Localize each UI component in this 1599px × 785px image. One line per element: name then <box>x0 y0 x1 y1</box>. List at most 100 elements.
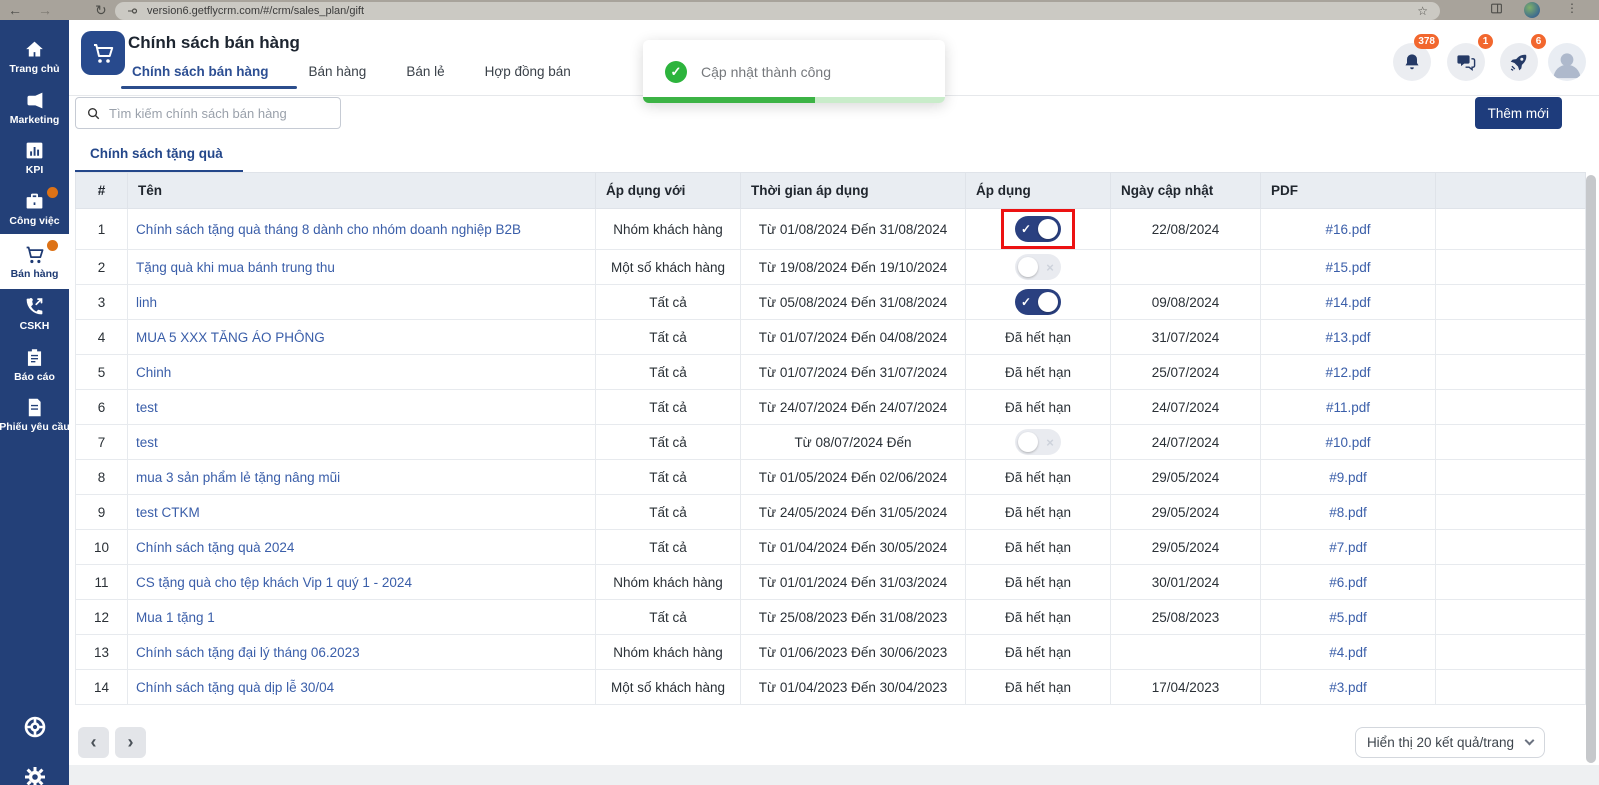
status-expired-label: Đã hết hạn <box>1005 330 1071 345</box>
pdf-link[interactable]: #16.pdf <box>1325 222 1370 237</box>
browser-reload-icon[interactable]: ↻ <box>95 1 107 19</box>
row-index: 6 <box>76 390 128 425</box>
annotation-red-box: ✓ <box>1001 209 1075 249</box>
table-body: 1 Chính sách tặng quà tháng 8 dành cho nh… <box>76 209 1586 705</box>
bell-notification-button[interactable]: 378 <box>1393 43 1431 81</box>
sidebar-item-cart[interactable]: Bán hàng <box>0 234 69 289</box>
bell-icon <box>1402 52 1422 72</box>
pdf-link[interactable]: #15.pdf <box>1325 260 1370 275</box>
vertical-scrollbar[interactable] <box>1586 175 1596 763</box>
row-index: 1 <box>76 209 128 250</box>
empty-cell <box>1436 250 1586 285</box>
status-cell: × <box>966 425 1111 460</box>
policy-table-wrap: #TênÁp dụng vớiThời gian áp dụngÁp dụngN… <box>75 172 1585 705</box>
cart-icon <box>24 244 45 265</box>
pdf-link[interactable]: #9.pdf <box>1329 470 1367 485</box>
pdf-link[interactable]: #11.pdf <box>1326 400 1370 415</box>
sidebar-item-label: Công việc <box>9 215 59 227</box>
header-tab-1[interactable]: Bán hàng <box>309 64 367 89</box>
policy-name-link[interactable]: test CTKM <box>136 505 200 520</box>
period-cell: Từ 05/08/2024 Đến 31/08/2024 <box>741 285 966 320</box>
policy-name-link[interactable]: mua 3 sản phẩm lẻ tặng nâng mũi <box>136 470 340 485</box>
clipboard-icon <box>24 347 45 368</box>
pdf-link[interactable]: #13.pdf <box>1325 330 1370 345</box>
sidebar-item-home[interactable]: Trang chủ <box>0 32 69 83</box>
policy-name-link[interactable]: Chính sách tặng quà tháng 8 dành cho nhó… <box>136 222 521 237</box>
pdf-link[interactable]: #14.pdf <box>1325 295 1370 310</box>
header-tab-3[interactable]: Hợp đồng bán <box>485 64 571 89</box>
pdf-link[interactable]: #7.pdf <box>1329 540 1367 555</box>
pdf-link[interactable]: #12.pdf <box>1325 365 1370 380</box>
rocket-notification-button[interactable]: 6 <box>1500 43 1538 81</box>
policy-name-link[interactable]: Mua 1 tặng 1 <box>136 610 215 625</box>
pdf-link[interactable]: #4.pdf <box>1329 645 1367 660</box>
tab-gift-policy[interactable]: Chính sách tặng quà <box>75 146 243 173</box>
policy-name-link[interactable]: test <box>136 400 158 415</box>
add-new-button[interactable]: Thêm mới <box>1475 97 1562 129</box>
policy-name-link[interactable]: linh <box>136 295 157 310</box>
sidebar-item-document[interactable]: Phiếu yêu cầu <box>0 390 69 441</box>
pdf-link[interactable]: #6.pdf <box>1329 575 1367 590</box>
updated-date-cell: 25/08/2023 <box>1111 600 1261 635</box>
notification-dot <box>47 240 58 251</box>
row-index: 11 <box>76 565 128 600</box>
apply-toggle-off[interactable]: × <box>1015 254 1061 280</box>
address-bar[interactable]: version6.getflycrm.com/#/crm/sales_plan/… <box>115 2 1440 20</box>
header-tab-2[interactable]: Bán lẻ <box>406 64 444 89</box>
browser-profile-avatar[interactable] <box>1524 2 1540 18</box>
policy-name-link[interactable]: CS tặng quà cho tệp khách Vip 1 quý 1 - … <box>136 575 412 590</box>
sidebar-item-phone[interactable]: CSKH <box>0 289 69 340</box>
pdf-link[interactable]: #5.pdf <box>1329 610 1367 625</box>
policy-name-link[interactable]: Chính sách tặng quà 2024 <box>136 540 294 555</box>
column-header: # <box>76 173 128 209</box>
apply-toggle-on[interactable]: ✓ <box>1015 216 1061 242</box>
chat-notification-button[interactable]: 1 <box>1447 43 1485 81</box>
toast-success: ✓ Cập nhật thành công <box>643 40 945 103</box>
settings-gear-icon[interactable] <box>0 765 69 785</box>
policy-name-link[interactable]: Chính sách tặng đại lý tháng 06.2023 <box>136 645 360 660</box>
table-row: 2Tặng quà khi mua bánh trung thuMột số k… <box>76 250 1586 285</box>
browser-menu-icon[interactable]: ⋮ <box>1566 1 1578 15</box>
apply-toggle-off[interactable]: × <box>1015 429 1061 455</box>
sidebar-item-clipboard[interactable]: Báo cáo <box>0 340 69 391</box>
pagination-next-button[interactable]: › <box>115 727 146 758</box>
empty-cell <box>1436 495 1586 530</box>
sidebar-item-label: KPI <box>26 164 44 176</box>
status-cell: Đã hết hạn <box>966 460 1111 495</box>
table-row: 7testTất cảTừ 08/07/2024 Đến×24/07/2024#… <box>76 425 1586 460</box>
sidebar-item-briefcase[interactable]: Công việc <box>0 184 69 235</box>
status-expired-label: Đã hết hạn <box>1005 505 1071 520</box>
updated-date-cell: 09/08/2024 <box>1111 285 1261 320</box>
bookmark-star-icon[interactable]: ☆ <box>1417 4 1428 18</box>
browser-chrome: ← → ↻ version6.getflycrm.com/#/crm/sales… <box>0 0 1599 20</box>
row-index: 2 <box>76 250 128 285</box>
pdf-link[interactable]: #10.pdf <box>1325 435 1370 450</box>
side-panel-icon[interactable] <box>1490 1 1503 19</box>
main-panel: Chính sách bán hàng Chính sách bán hàngB… <box>69 20 1599 765</box>
policy-name-link[interactable]: MUA 5 XXX TĂNG ÁO PHÔNG <box>136 330 325 345</box>
search-input[interactable] <box>109 106 330 121</box>
toggle-knob <box>1038 219 1058 239</box>
help-lifebuoy-icon[interactable] <box>0 715 69 739</box>
browser-back-icon[interactable]: ← <box>8 1 22 19</box>
header-tab-0[interactable]: Chính sách bán hàng <box>132 64 269 89</box>
pagination-prev-button[interactable]: ‹ <box>78 727 109 758</box>
apply-to-cell: Nhóm khách hàng <box>596 635 741 670</box>
sidebar-item-chart[interactable]: KPI <box>0 133 69 184</box>
table-row: 10Chính sách tặng quà 2024Tất cảTừ 01/04… <box>76 530 1586 565</box>
page-size-select[interactable]: Hiển thị 20 kết quả/trang <box>1355 727 1545 758</box>
pdf-link[interactable]: #8.pdf <box>1329 505 1367 520</box>
policy-name-link[interactable]: Chính sách tặng quà dịp lễ 30/04 <box>136 680 334 695</box>
pdf-link[interactable]: #3.pdf <box>1329 680 1367 695</box>
apply-toggle-on[interactable]: ✓ <box>1015 289 1061 315</box>
user-avatar[interactable] <box>1548 43 1586 81</box>
apply-to-cell: Nhóm khách hàng <box>596 565 741 600</box>
updated-date-cell: 24/07/2024 <box>1111 390 1261 425</box>
policy-name-link[interactable]: test <box>136 435 158 450</box>
policy-name-link[interactable]: Chinh <box>136 365 171 380</box>
sidebar-item-megaphone[interactable]: Marketing <box>0 83 69 134</box>
browser-forward-icon[interactable]: → <box>38 1 52 19</box>
policy-name-link[interactable]: Tặng quà khi mua bánh trung thu <box>136 260 335 275</box>
row-index: 14 <box>76 670 128 705</box>
period-cell: Từ 24/05/2024 Đến 31/05/2024 <box>741 495 966 530</box>
